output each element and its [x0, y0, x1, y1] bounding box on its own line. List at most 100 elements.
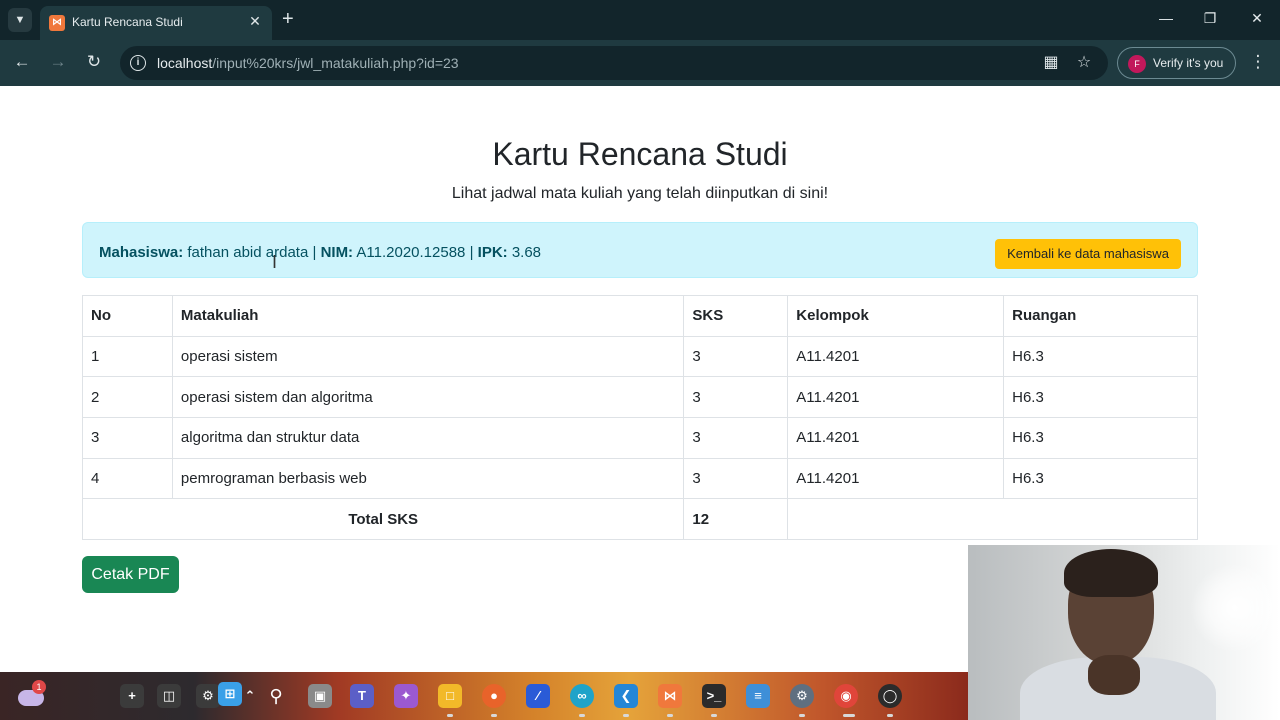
minimize-icon[interactable]: — [1154, 10, 1178, 26]
settings-gear-icon[interactable]: ⚙ [196, 684, 220, 708]
site-info-icon[interactable]: i [130, 55, 146, 71]
cell-no: 1 [82, 335, 173, 378]
total-sks-label: Total SKS [81, 498, 685, 541]
url-path: /input%20krs/jwl_matakuliah.php?id=23 [212, 55, 459, 71]
bookmark-star-icon[interactable]: ☆ [1073, 52, 1095, 72]
cell-kelompok: A11.4201 [787, 376, 1005, 419]
text-cursor-icon: I [272, 252, 278, 272]
cell-sks: 3 [683, 376, 789, 419]
table-row: 2 operasi sistem dan algoritma 3 A11.420… [82, 376, 1198, 419]
settings-app-icon[interactable]: ⚙ [790, 684, 814, 708]
light-glare [1190, 563, 1280, 653]
notepad-icon[interactable]: ≡ [746, 684, 770, 708]
xampp-icon: ⋈ [49, 15, 65, 31]
running-indicator [579, 714, 585, 717]
student-ipk: 3.68 [511, 244, 542, 261]
weather-widget[interactable]: 1 [18, 680, 48, 710]
browser-toolbar: ← → ↻ i localhost/input%20krs/jwl_mataku… [0, 40, 1280, 86]
back-to-students-button[interactable]: Kembali ke data mahasiswa [995, 239, 1181, 269]
cell-kelompok: A11.4201 [787, 457, 1005, 500]
cell-sks: 3 [683, 335, 789, 378]
running-indicator [491, 714, 497, 717]
student-info: Mahasiswa: fathan abid ardata | NIM: A11… [99, 244, 541, 261]
cell-sks: 3 [683, 457, 789, 500]
url-host: localhost [157, 55, 213, 71]
cell-no: 2 [82, 376, 173, 419]
xampp-icon[interactable]: ⋈ [658, 684, 682, 708]
table-row: 4 pemrograman berbasis web 3 A11.4201 H6… [82, 457, 1198, 500]
cell-ruangan: H6.3 [1003, 457, 1198, 500]
obs-icon[interactable]: ◯ [878, 684, 902, 708]
file-explorer-icon[interactable]: □ [438, 684, 462, 708]
windows-taskbar: 1 + ◫ ⚙ ⌃ ⊞ ⚲ ▣ T ✦ □ ● ∕ ∞ ❮ ⋈ >_ ≡ ⚙ ◉… [0, 672, 968, 720]
firefox-icon[interactable]: ● [482, 684, 506, 708]
active-indicator [843, 714, 855, 717]
table-header-row: No Matakuliah SKS Kelompok Ruangan [82, 295, 1198, 337]
new-tab-icon[interactable]: + [282, 9, 294, 29]
close-window-icon[interactable]: ✕ [1245, 10, 1269, 27]
header-no: No [82, 295, 173, 337]
task-view-icon[interactable]: ▣ [308, 684, 332, 708]
tab-title: Kartu Rencana Studi [72, 15, 183, 29]
person-hand [1088, 655, 1140, 695]
browser-tab-active[interactable]: ⋈ Kartu Rencana Studi ✕ [40, 6, 272, 40]
url-text[interactable]: localhost/input%20krs/jwl_matakuliah.php… [157, 55, 459, 71]
running-indicator [799, 714, 805, 717]
header-kelompok: Kelompok [787, 295, 1005, 337]
copilot-icon[interactable]: ✦ [394, 684, 418, 708]
terminal-icon[interactable]: >_ [702, 684, 726, 708]
print-pdf-button[interactable]: Cetak PDF [82, 556, 179, 593]
tab-search-button[interactable]: ▼ [8, 8, 32, 32]
krs-table: No Matakuliah SKS Kelompok Ruangan 1 ope… [81, 295, 1198, 541]
forward-arrow-icon[interactable]: → [47, 52, 69, 72]
separator: | [469, 244, 474, 261]
student-nim: A11.2020.12588 [356, 244, 466, 261]
trash-icon[interactable]: ◫ [157, 684, 181, 708]
table-row: 1 operasi sistem 3 A11.4201 H6.3 [82, 335, 1198, 378]
teams-icon[interactable]: T [350, 684, 374, 708]
restore-icon[interactable]: ❐ [1198, 10, 1222, 27]
cell-no: 3 [82, 417, 173, 459]
code-editor-icon[interactable]: ∕ [526, 684, 550, 708]
separator: | [312, 244, 317, 261]
cell-matakuliah: algoritma dan struktur data [171, 417, 685, 459]
reload-icon[interactable]: ↻ [83, 52, 105, 72]
cell-kelompok: A11.4201 [787, 335, 1005, 378]
header-ruangan: Ruangan [1003, 295, 1198, 337]
running-indicator [667, 714, 673, 717]
cell-ruangan: H6.3 [1003, 417, 1198, 459]
vscode-icon[interactable]: ❮ [614, 684, 638, 708]
student-name-label: Mahasiswa: [99, 244, 184, 261]
student-name: fathan abid ardata [187, 244, 309, 261]
cell-matakuliah: operasi sistem dan algoritma [171, 376, 685, 419]
page-title: Kartu Rencana Studi [492, 136, 788, 172]
cell-sks: 3 [683, 417, 789, 459]
translate-icon[interactable]: ▦ [1040, 52, 1062, 72]
cell-kelompok: A11.4201 [787, 417, 1005, 459]
person-hair [1064, 549, 1158, 597]
edge-icon[interactable]: ∞ [570, 684, 594, 708]
running-indicator [623, 714, 629, 717]
cell-matakuliah: operasi sistem [171, 335, 685, 378]
header-matakuliah: Matakuliah [171, 295, 685, 337]
webcam-overlay [968, 545, 1280, 720]
more-menu-icon[interactable]: ⋮ [1248, 52, 1268, 72]
cell-no: 4 [82, 457, 173, 500]
page-subtitle: Lihat jadwal mata kuliah yang telah diin… [451, 185, 829, 202]
nim-label: NIM: [320, 244, 354, 261]
cell-ruangan: H6.3 [1003, 335, 1198, 378]
address-bar[interactable]: i localhost/input%20krs/jwl_matakuliah.p… [120, 46, 1108, 80]
header-sks: SKS [683, 295, 789, 337]
add-icon[interactable]: + [120, 684, 144, 708]
browser-tabbar: ▼ ⋈ Kartu Rencana Studi ✕ + — ❐ ✕ [0, 0, 1280, 40]
verify-label: Verify it's you [1153, 56, 1224, 70]
total-row: Total SKS 12 [81, 498, 1198, 541]
chrome-icon[interactable]: ◉ [834, 684, 858, 708]
running-indicator [887, 714, 893, 717]
total-sks-value: 12 [683, 498, 789, 541]
search-icon[interactable]: ⚲ [264, 684, 288, 708]
windows-start-icon[interactable]: ⊞ [218, 682, 242, 706]
close-tab-icon[interactable]: ✕ [246, 13, 264, 30]
back-arrow-icon[interactable]: ← [11, 52, 33, 72]
verify-profile-button[interactable]: F Verify it's you [1117, 47, 1236, 79]
